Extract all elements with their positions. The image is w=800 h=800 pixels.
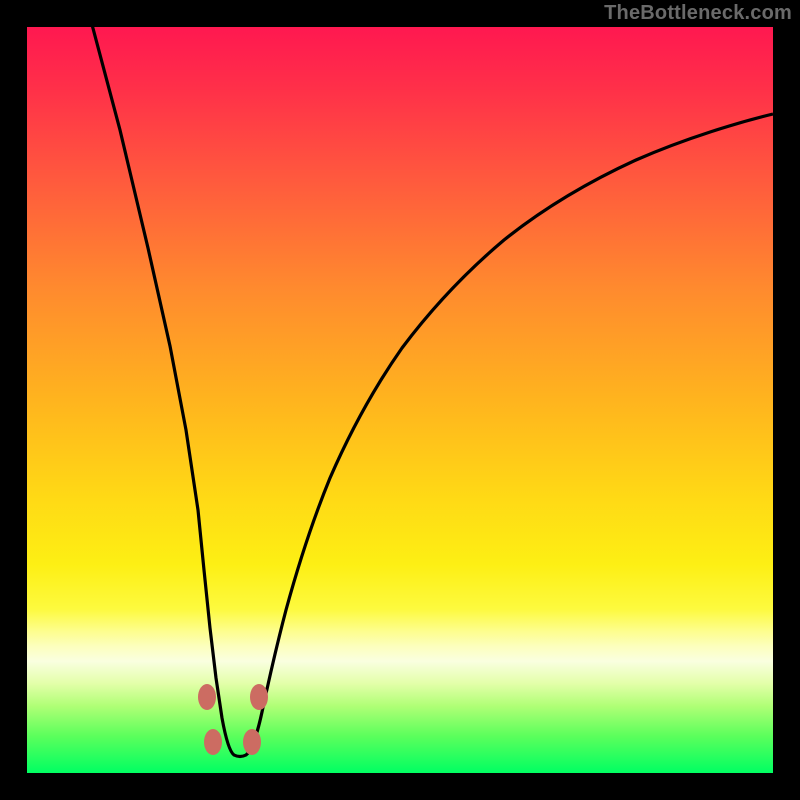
chart-container: TheBottleneck.com [0, 0, 800, 800]
chart-frame [0, 0, 800, 800]
attribution-label: TheBottleneck.com [604, 2, 792, 25]
